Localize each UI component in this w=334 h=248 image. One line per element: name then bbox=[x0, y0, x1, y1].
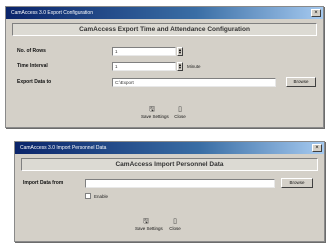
close-icon: × bbox=[315, 145, 319, 151]
save-icon: 🖫 bbox=[149, 106, 155, 113]
dialog-banner: CamAccess Import Personnel Data bbox=[21, 158, 318, 171]
door-exit-icon: ▯ bbox=[178, 106, 182, 113]
spin-arrows-icon: ▲ ▼ bbox=[178, 62, 182, 70]
save-icon: 🖫 bbox=[143, 218, 149, 225]
close-window-button[interactable]: × bbox=[312, 144, 322, 152]
import-personnel-dialog: CamAccess 3.0 Import Personnel Data × Ca… bbox=[14, 141, 325, 242]
import-row: Import Data from Browse bbox=[15, 178, 324, 189]
rows-label: No. of Rows bbox=[17, 48, 46, 54]
dialog-titlebar[interactable]: CamAccess 3.0 Import Personnel Data × bbox=[15, 142, 324, 154]
rows-spinner[interactable]: ▲ ▼ bbox=[177, 47, 183, 56]
export-path-input[interactable]: C:\Export bbox=[112, 78, 276, 87]
save-settings-label: Save Settings bbox=[135, 226, 163, 231]
export-config-dialog: CamAccess 3.0 Export Configuration × Cam… bbox=[5, 6, 324, 128]
export-label: Export Data to bbox=[17, 79, 52, 85]
rows-row: No. of Rows 1 ▲ ▼ bbox=[6, 47, 323, 57]
interval-row: Time Interval 1 ▲ ▼ Minute bbox=[6, 62, 323, 72]
interval-spinner[interactable]: ▲ ▼ bbox=[177, 62, 183, 71]
rows-input[interactable]: 1 bbox=[112, 47, 176, 56]
import-label: Import Data from bbox=[23, 180, 64, 186]
spin-arrows-icon: ▲ ▼ bbox=[178, 47, 182, 55]
save-settings-label: Save Settings bbox=[141, 114, 169, 119]
export-row: Export Data to C:\Export Browse bbox=[6, 77, 323, 88]
close-icon: × bbox=[314, 10, 318, 16]
close-button[interactable]: ▯ Close bbox=[164, 217, 186, 235]
import-path-input[interactable] bbox=[85, 179, 275, 188]
dialog-banner: CamAccess Export Time and Attendance Con… bbox=[12, 23, 317, 36]
save-settings-button[interactable]: 🖫 Save Settings bbox=[141, 105, 169, 123]
enable-row: Enable bbox=[15, 192, 324, 202]
interval-unit: Minute bbox=[187, 64, 201, 69]
close-label: Close bbox=[174, 114, 186, 119]
dialog-title: CamAccess 3.0 Export Configuration bbox=[11, 10, 93, 16]
browse-button[interactable]: Browse bbox=[281, 178, 313, 188]
dialog-title: CamAccess 3.0 Import Personnel Data bbox=[20, 145, 107, 151]
door-exit-icon: ▯ bbox=[173, 218, 177, 225]
close-window-button[interactable]: × bbox=[311, 9, 321, 17]
close-button[interactable]: ▯ Close bbox=[169, 105, 191, 123]
interval-label: Time Interval bbox=[17, 63, 48, 69]
close-label: Close bbox=[169, 226, 181, 231]
enable-label: Enable bbox=[94, 194, 109, 199]
enable-checkbox[interactable] bbox=[85, 193, 91, 199]
interval-input[interactable]: 1 bbox=[112, 62, 176, 71]
save-settings-button[interactable]: 🖫 Save Settings bbox=[135, 217, 163, 235]
dialog-titlebar[interactable]: CamAccess 3.0 Export Configuration × bbox=[6, 7, 323, 19]
browse-button[interactable]: Browse bbox=[286, 77, 316, 87]
